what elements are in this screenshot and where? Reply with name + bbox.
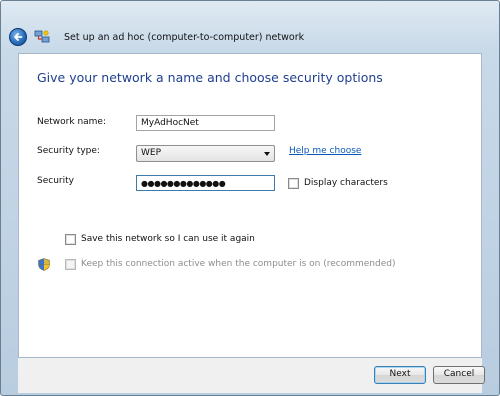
keep-active-checkbox[interactable] — [65, 259, 76, 270]
next-button[interactable]: Next — [374, 366, 426, 384]
page-heading: Give your network a name and choose secu… — [37, 70, 383, 85]
back-button[interactable] — [9, 28, 27, 46]
cancel-button[interactable]: Cancel — [433, 366, 485, 384]
uac-shield-icon — [38, 258, 50, 271]
network-name-input[interactable]: MyAdHocNet — [136, 115, 275, 131]
help-me-choose-link[interactable]: Help me choose — [289, 146, 361, 156]
wizard-footer: Next Cancel — [18, 358, 485, 393]
display-characters-checkbox[interactable] — [288, 178, 299, 189]
network-name-label: Network name: — [37, 117, 106, 127]
back-arrow-icon — [14, 33, 23, 41]
keep-active-label: Keep this connection active when the com… — [81, 259, 396, 269]
title-bar: Set up an ad hoc (computer-to-computer) … — [1, 1, 499, 53]
security-type-value: WEP — [141, 148, 162, 158]
chevron-down-icon — [264, 152, 270, 156]
display-characters-label: Display characters — [304, 178, 388, 188]
wizard-content: Give your network a name and choose secu… — [18, 53, 482, 358]
security-type-select[interactable]: WEP — [136, 145, 275, 162]
security-type-label: Security type: — [37, 146, 100, 156]
save-network-label: Save this network so I can use it again — [81, 234, 255, 244]
security-key-label: Security — [37, 176, 74, 186]
wizard-window: Set up an ad hoc (computer-to-computer) … — [0, 0, 500, 396]
window-title: Set up an ad hoc (computer-to-computer) … — [64, 32, 305, 43]
security-key-input[interactable]: ●●●●●●●●●●●●● — [136, 175, 275, 191]
network-setup-icon — [34, 30, 50, 43]
save-network-checkbox[interactable] — [65, 234, 76, 245]
